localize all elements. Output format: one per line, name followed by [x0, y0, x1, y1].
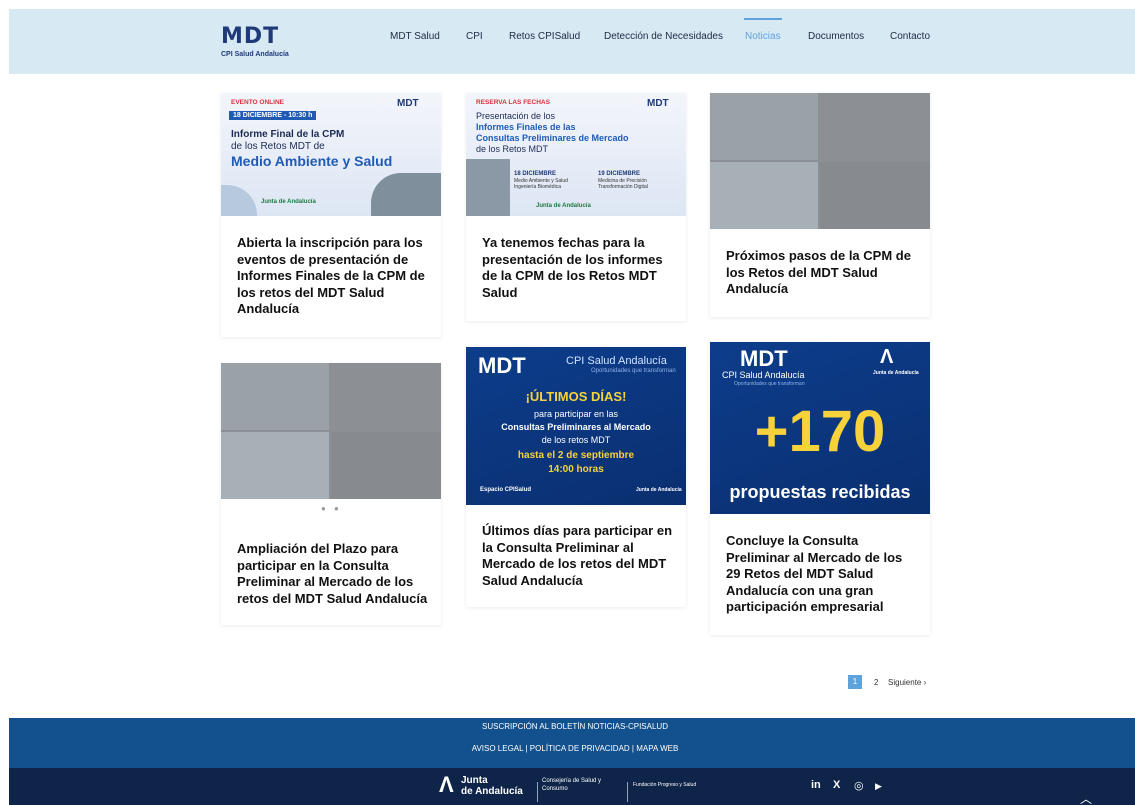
image-photo [710, 162, 818, 229]
image-line: hasta el 2 de septiembre [517, 450, 635, 461]
instagram-icon[interactable]: ◎ [854, 779, 864, 792]
main-nav: MDT Salud CPI Retos CPISalud Detección d… [9, 18, 1135, 51]
news-card[interactable]: MDT CPI Salud Andalucía Oportunidades qu… [466, 347, 686, 607]
nav-documentos[interactable]: Documentos [808, 31, 864, 42]
junta-line1: Junta [461, 775, 488, 786]
image-brand: MDT [397, 98, 419, 109]
image-tag: RESERVA LAS FECHAS [476, 99, 550, 106]
nav-noticias[interactable]: Noticias [745, 31, 781, 42]
image-brand: MDT [478, 353, 526, 378]
nav-cpi[interactable]: CPI [466, 31, 483, 42]
image-brand-sub: Oportunidades que transforman [734, 381, 805, 387]
page-current[interactable]: 1 [848, 675, 862, 689]
image-brand: MDT [740, 346, 788, 371]
image-photo [221, 363, 329, 430]
news-card[interactable]: MDT CPI Salud Andalucía Oportunidades qu… [710, 342, 930, 635]
image-photo [820, 93, 930, 160]
fundacion-text: Fundación Progreso y Salud [633, 782, 697, 788]
image-photo [820, 162, 930, 229]
image-photo [466, 159, 510, 216]
image-photo [710, 93, 818, 160]
image-brand-sub: Oportunidades que transforman [591, 368, 676, 374]
image-graphic [221, 185, 257, 216]
image-brand-sub: CPI Salud Andalucía [722, 370, 805, 380]
junta-logo-icon: Λ [439, 772, 454, 797]
youtube-icon[interactable]: ▶ [875, 781, 882, 792]
card-image[interactable]: RESERVA LAS FECHAS MDT Presentación de l… [466, 93, 686, 216]
image-line: Informe Final de la CPM [231, 129, 345, 140]
junta-line2: de Andalucía [461, 786, 523, 797]
footer-links-bar: SUSCRIPCIÓN AL BOLETÍN NOTICIAS-CPISALUD… [9, 718, 1135, 768]
image-line: de los Retos MDT de [231, 141, 325, 152]
image-tag: EVENTO ONLINE [231, 99, 284, 106]
image-photo [371, 173, 441, 216]
image-date-sub: Ingeniería Biomédica [514, 184, 561, 190]
image-date-sub: Transformación Digital [598, 184, 648, 190]
image-line: Informes Finales de las [476, 122, 576, 132]
legal-links[interactable]: AVISO LEGAL | POLÍTICA DE PRIVACIDAD | M… [9, 744, 1135, 753]
image-footer: Espacio CPISalud [480, 487, 532, 493]
card-image[interactable]: MDT CPI Salud Andalucía Oportunidades qu… [710, 342, 930, 514]
nav-contacto[interactable]: Contacto [890, 31, 930, 42]
image-footer: Junta de Andalucía [536, 203, 591, 209]
image-date: 18 DICIEMBRE - 10:30 h [229, 111, 317, 120]
page-2-link[interactable]: 2 [874, 678, 878, 687]
image-line: Presentación de los [476, 111, 556, 121]
footer-bottom: Λ Junta de Andalucía Consejería de Salud… [9, 768, 1135, 805]
card-title[interactable]: Próximos pasos de la CPM de los Retos de… [726, 248, 918, 298]
image-line: de los Retos MDT [476, 144, 549, 154]
image-photo [331, 363, 441, 430]
news-card[interactable]: Próximos pasos de la CPM de los Retos de… [710, 93, 930, 317]
consejeria-line2: Consumo [542, 786, 568, 792]
next-page-link[interactable]: Siguiente › [888, 678, 926, 687]
image-line: 14:00 horas [548, 464, 604, 475]
footer-separator [627, 782, 628, 802]
image-junta: Junta de Andalucía [873, 370, 919, 376]
nav-retos-cpisalud[interactable]: Retos CPISalud [509, 31, 580, 42]
logo-subtitle: CPI Salud Andalucía [221, 51, 289, 58]
footer-separator [537, 782, 538, 802]
image-date: 19 DICIEMBRE [598, 171, 641, 177]
site-header: MDT CPI Salud Andalucía MDT Salud CPI Re… [9, 9, 1135, 74]
image-line: Consultas Preliminares al Mercado [501, 422, 651, 432]
image-line: para participar en las [533, 409, 619, 419]
junta-a-icon: Λ [880, 346, 894, 368]
image-line: Consultas Preliminares de Mercado [476, 133, 629, 143]
news-card[interactable]: RESERVA LAS FECHAS MDT Presentación de l… [466, 93, 686, 321]
image-photo [331, 432, 441, 499]
image-caption: propuestas recibidas [729, 482, 911, 502]
nav-active-indicator [744, 18, 782, 20]
linkedin-icon[interactable]: in [811, 779, 821, 791]
card-title[interactable]: Abierta la inscripción para los eventos … [237, 235, 429, 318]
image-footer: Junta de Andalucía [261, 199, 316, 205]
image-line: ¡ÚLTIMOS DÍAS! [525, 389, 627, 404]
card-image[interactable] [221, 363, 441, 499]
card-title[interactable]: Ampliación del Plazo para participar en … [237, 541, 429, 607]
image-brand-sub: CPI Salud Andalucía [566, 355, 667, 367]
nav-mdt-salud[interactable]: MDT Salud [390, 31, 440, 42]
card-title[interactable]: Concluye la Consulta Preliminar al Merca… [726, 533, 918, 616]
image-line: de los retos MDT [541, 435, 611, 445]
image-big-number: +170 [754, 399, 886, 464]
slider-dots[interactable]: ● ● [321, 504, 342, 513]
x-icon[interactable]: X [833, 779, 840, 791]
image-brand: MDT [647, 98, 669, 109]
newsletter-link[interactable]: SUSCRIPCIÓN AL BOLETÍN NOTICIAS-CPISALUD [9, 722, 1135, 731]
card-title[interactable]: Últimos días para participar en la Consu… [482, 523, 674, 589]
image-date: 18 DICIEMBRE [514, 171, 557, 177]
card-image[interactable]: EVENTO ONLINE MDT 18 DICIEMBRE - 10:30 h… [221, 93, 441, 216]
image-footer: Junta de Andalucía [636, 487, 682, 493]
image-photo [221, 432, 329, 499]
nav-deteccion-necesidades[interactable]: Detección de Necesidades [604, 31, 723, 42]
image-line: Medio Ambiente y Salud [231, 153, 393, 169]
card-title[interactable]: Ya tenemos fechas para la presentación d… [482, 235, 674, 301]
news-card[interactable]: ● ● Ampliación del Plazo para participar… [221, 363, 441, 625]
news-card[interactable]: EVENTO ONLINE MDT 18 DICIEMBRE - 10:30 h… [221, 93, 441, 337]
card-image[interactable]: MDT CPI Salud Andalucía Oportunidades qu… [466, 347, 686, 505]
card-image[interactable] [710, 93, 930, 229]
consejeria-line1: Consejería de Salud y [542, 778, 602, 784]
scroll-top-icon[interactable]: ︿ [1080, 790, 1092, 805]
